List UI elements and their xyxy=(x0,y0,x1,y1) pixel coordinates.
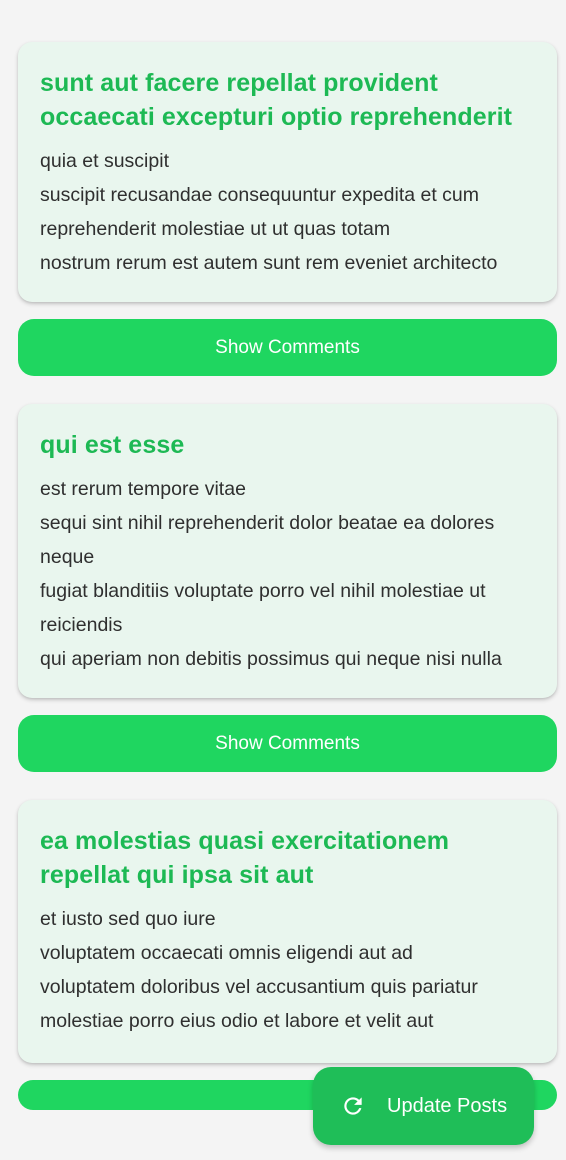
post-title: ea molestias quasi exercitationem repell… xyxy=(40,827,450,889)
post-title: sunt aut facere repellat provident occae… xyxy=(40,69,513,131)
refresh-icon xyxy=(339,1092,367,1120)
show-comments-button[interactable]: Show Comments xyxy=(18,715,557,772)
post-body: quia et suscipit suscipit recusandae con… xyxy=(40,150,498,274)
post-body: est rerum tempore vitae sequi sint nihil… xyxy=(40,478,502,670)
post-body: et iusto sed quo iure voluptatem occaeca… xyxy=(40,908,478,1032)
show-comments-button[interactable]: Show Comments xyxy=(18,319,557,376)
post-card: sunt aut facere repellat provident occae… xyxy=(18,42,557,302)
update-posts-label: Update Posts xyxy=(387,1094,508,1117)
update-posts-button[interactable]: Update Posts xyxy=(313,1067,534,1145)
posts-list: sunt aut facere repellat provident occae… xyxy=(18,42,557,1138)
post-card: ea molestias quasi exercitationem repell… xyxy=(18,800,557,1063)
post-card: qui est esse est rerum tempore vitae seq… xyxy=(18,404,557,698)
post-title: qui est esse xyxy=(40,431,185,459)
